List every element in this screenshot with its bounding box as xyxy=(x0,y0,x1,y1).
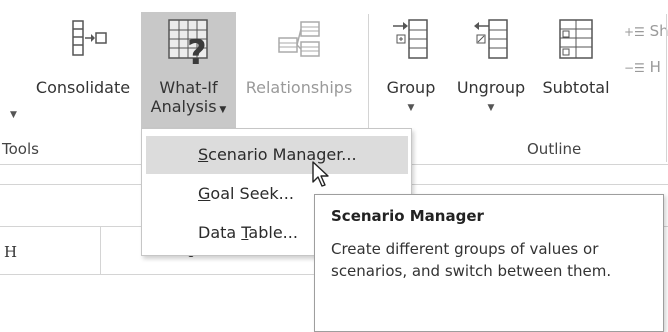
show-detail-icon: +☰ xyxy=(624,25,645,39)
menu-item-scenario-manager[interactable]: Scenario Manager... xyxy=(146,136,408,174)
subtotal-label: Subtotal xyxy=(542,78,610,97)
tooltip-title: Scenario Manager xyxy=(331,207,484,225)
ungroup-button[interactable]: Ungroup ▼ xyxy=(450,16,532,113)
ungroup-dropdown-arrow: ▼ xyxy=(487,103,495,113)
relationships-icon xyxy=(278,21,320,57)
ungroup-icon xyxy=(474,19,508,59)
subtotal-icon xyxy=(559,19,593,59)
scenario-manager-tooltip: Scenario Manager Create different groups… xyxy=(314,194,664,332)
tools-group-label: Tools xyxy=(2,140,39,158)
tools-overflow-arrow[interactable]: ▼ xyxy=(10,110,17,120)
group-separator-right xyxy=(666,14,667,162)
ungroup-label: Ungroup xyxy=(456,78,526,97)
consolidate-label: Consolidate xyxy=(35,78,131,97)
subtotal-button[interactable]: Subtotal xyxy=(536,16,616,97)
outline-group-label: Outline xyxy=(527,140,582,158)
hide-detail-command[interactable]: −☰ H xyxy=(624,58,661,76)
show-detail-command[interactable]: +☰ Sh xyxy=(624,22,668,40)
what-if-analysis-label-line2: Analysis ▼ xyxy=(150,97,227,116)
group-label: Group xyxy=(386,78,436,97)
group-dropdown-arrow: ▼ xyxy=(407,103,415,113)
ribbon-top-strip xyxy=(0,0,668,10)
mouse-cursor-icon xyxy=(312,161,329,187)
svg-text:?: ? xyxy=(187,33,207,68)
relationships-label: Relationships xyxy=(245,78,353,97)
consolidate-button[interactable]: Consolidate xyxy=(30,16,136,97)
what-if-analysis-icon: ? xyxy=(167,19,208,68)
group-icon xyxy=(393,19,428,59)
tooltip-description: Create different groups of values or sce… xyxy=(331,240,612,280)
consolidate-icon xyxy=(72,20,107,56)
column-header-h[interactable]: H xyxy=(4,243,17,261)
relationships-button[interactable]: Relationships xyxy=(238,16,360,97)
what-if-analysis-label-line1: What-If xyxy=(159,78,218,97)
column-header-bottom-border xyxy=(0,274,314,275)
hide-detail-icon: −☰ xyxy=(624,61,645,75)
group-button[interactable]: Group ▼ xyxy=(378,16,444,113)
what-if-analysis-button[interactable]: ? What-If Analysis ▼ xyxy=(141,16,236,116)
column-divider xyxy=(100,226,101,274)
